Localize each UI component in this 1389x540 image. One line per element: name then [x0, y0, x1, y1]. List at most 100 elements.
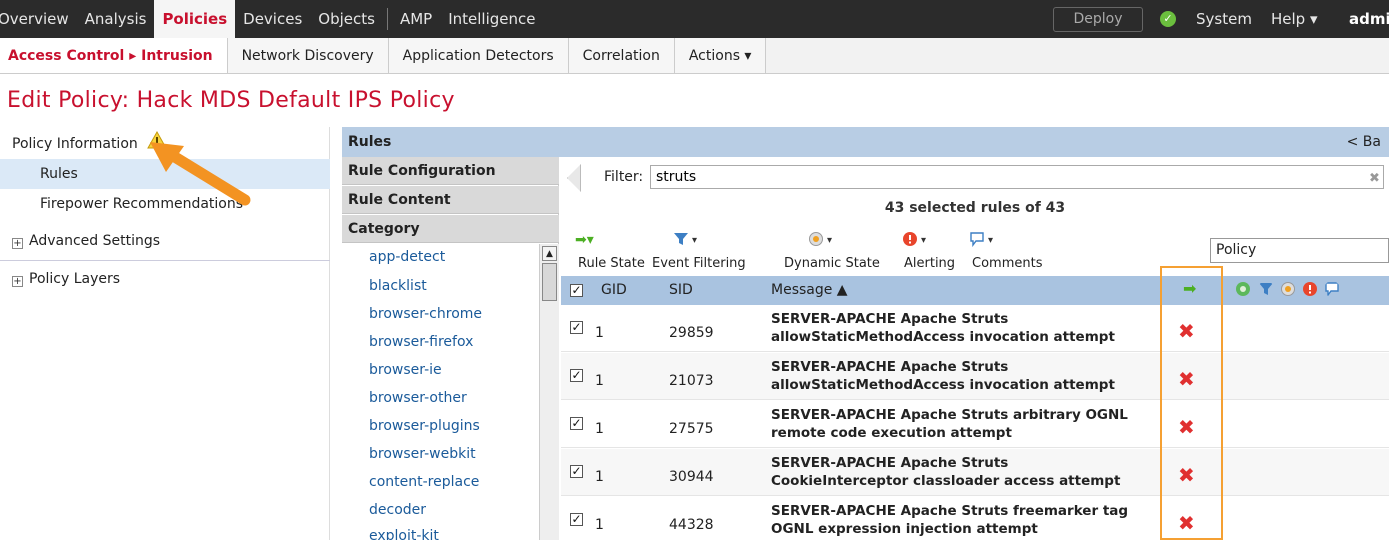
sidebar-item-label: Rules	[40, 166, 78, 182]
row-message-line: allowStaticMethodAccess invocation attem…	[771, 329, 1115, 345]
row-checkbox[interactable]: ✓	[570, 369, 583, 382]
column-comments-icon[interactable]	[1324, 281, 1340, 297]
row-checkbox[interactable]: ✓	[570, 465, 583, 478]
category-item-browser-firefox[interactable]: browser-firefox	[369, 334, 473, 350]
clear-filter-icon[interactable]: ✖	[1369, 171, 1380, 186]
subnav-actions[interactable]: Actions ▾	[674, 38, 767, 73]
row-sid: 27575	[669, 421, 714, 437]
table-row[interactable]: ✓ 1 30944 SERVER-APACHE Apache Struts Coo…	[561, 449, 1389, 496]
category-item-browser-ie[interactable]: browser-ie	[369, 362, 442, 378]
nav-policies[interactable]: Policies	[154, 0, 236, 38]
rule-configuration-header[interactable]: Rule Configuration	[342, 157, 559, 185]
column-recommendation-icon[interactable]	[1235, 281, 1251, 297]
nav-overview[interactable]: Overview	[0, 0, 77, 38]
expand-icon[interactable]: +	[12, 276, 23, 287]
sidebar-item-label: Policy Information	[12, 136, 138, 152]
svg-text:▾: ▾	[988, 235, 993, 246]
column-sid[interactable]: SID	[669, 282, 693, 298]
row-message: SERVER-APACHE Apache Struts allowStaticMe…	[771, 310, 1161, 346]
status-ok-icon[interactable]: ✓	[1160, 11, 1176, 27]
annotation-arrow-icon	[150, 142, 251, 206]
sidebar-item-label: Policy Layers	[29, 271, 121, 287]
system-menu[interactable]: System	[1196, 0, 1252, 38]
expand-icon[interactable]: +	[12, 238, 23, 249]
sidebar-item-advanced-settings[interactable]: + Advanced Settings	[0, 226, 330, 256]
collapse-panel-icon[interactable]	[567, 164, 581, 192]
rules-table-header: ✓ GID SID Message ▲ ➡	[561, 276, 1389, 305]
column-event-filter-icon[interactable]	[1258, 281, 1274, 297]
nav-amp[interactable]: AMP	[392, 0, 440, 38]
deploy-button[interactable]: Deploy	[1053, 7, 1143, 32]
subnav-network-discovery[interactable]: Network Discovery	[227, 38, 389, 73]
alerting-menu[interactable]: Alerting	[904, 256, 955, 271]
nav-intelligence[interactable]: Intelligence	[440, 0, 543, 38]
category-item-exploit-kit[interactable]: exploit-kit	[369, 528, 439, 540]
row-gid: 1	[595, 421, 604, 437]
table-row[interactable]: ✓ 1 27575 SERVER-APACHE Apache Struts ar…	[561, 401, 1389, 448]
dynamic-state-menu[interactable]: Dynamic State	[784, 256, 880, 271]
subnav-application-detectors[interactable]: Application Detectors	[388, 38, 569, 73]
comments-icon[interactable]: ▾	[969, 231, 999, 247]
category-item-browser-chrome[interactable]: browser-chrome	[369, 306, 482, 322]
table-row[interactable]: ✓ 1 29859 SERVER-APACHE Apache Struts all…	[561, 305, 1389, 352]
alerting-icon[interactable]: ▾	[902, 231, 932, 247]
column-dynamic-state-icon[interactable]	[1280, 281, 1296, 297]
nav-analysis[interactable]: Analysis	[77, 0, 155, 38]
scroll-up-icon[interactable]: ▲	[542, 246, 557, 261]
policy-select[interactable]: Policy	[1210, 238, 1389, 263]
table-row[interactable]: ✓ 1 44328 SERVER-APACHE Apache Struts fr…	[561, 497, 1389, 540]
row-checkbox[interactable]: ✓	[570, 513, 583, 526]
row-message-line: SERVER-APACHE Apache Struts	[771, 311, 1009, 327]
row-gid: 1	[595, 325, 604, 341]
svg-text:▾: ▾	[921, 235, 926, 246]
filter-row: Filter: ✖	[561, 157, 1389, 197]
row-gid: 1	[595, 373, 604, 389]
help-menu[interactable]: Help ▾	[1271, 0, 1318, 38]
category-item-blacklist[interactable]: blacklist	[369, 278, 427, 294]
row-checkbox[interactable]: ✓	[570, 417, 583, 430]
back-link[interactable]: < Ba	[1347, 127, 1381, 157]
subnav-access-control-intrusion[interactable]: Access Control ▸ Intrusion	[0, 38, 228, 73]
nav-objects[interactable]: Objects	[310, 0, 383, 38]
svg-text:▾: ▾	[827, 235, 832, 246]
table-row[interactable]: ✓ 1 21073 SERVER-APACHE Apache Struts all…	[561, 353, 1389, 400]
category-item-app-detect[interactable]: app-detect	[369, 249, 445, 265]
category-item-browser-other[interactable]: browser-other	[369, 390, 467, 406]
event-filter-icon[interactable]: ▾	[673, 231, 703, 247]
column-gid[interactable]: GID	[601, 282, 627, 298]
row-message-line: SERVER-APACHE Apache Struts	[771, 359, 1009, 375]
column-message[interactable]: Message ▲	[771, 282, 848, 298]
scroll-thumb[interactable]	[542, 263, 557, 301]
sidebar-divider	[0, 260, 330, 261]
category-panel: Rule Configuration Rule Content Category…	[342, 157, 559, 540]
comments-menu[interactable]: Comments	[972, 256, 1042, 271]
row-gid: 1	[595, 517, 604, 533]
rule-state-icon[interactable]: ➡▾	[575, 232, 594, 248]
sub-nav: Access Control ▸ Intrusion Network Disco…	[0, 38, 1389, 74]
subnav-correlation[interactable]: Correlation	[568, 38, 675, 73]
row-checkbox[interactable]: ✓	[570, 321, 583, 334]
dynamic-state-icon[interactable]: ▾	[808, 231, 838, 247]
rule-content-header[interactable]: Rule Content	[342, 186, 559, 214]
category-item-decoder[interactable]: decoder	[369, 502, 426, 518]
select-all-checkbox[interactable]: ✓	[570, 284, 583, 297]
row-sid: 44328	[669, 517, 714, 533]
category-item-browser-webkit[interactable]: browser-webkit	[369, 446, 476, 462]
row-sid: 21073	[669, 373, 714, 389]
user-menu[interactable]: admi	[1349, 0, 1389, 38]
category-item-content-replace[interactable]: content-replace	[369, 474, 479, 490]
row-sid: 30944	[669, 469, 714, 485]
sidebar-item-policy-layers[interactable]: + Policy Layers	[0, 264, 330, 294]
annotation-highlight-box	[1160, 266, 1223, 540]
rule-state-menu[interactable]: Rule State	[578, 256, 645, 271]
row-message: SERVER-APACHE Apache Struts allowStaticMe…	[771, 358, 1161, 394]
column-alerting-icon[interactable]	[1302, 281, 1318, 297]
event-filtering-menu[interactable]: Event Filtering	[652, 256, 746, 271]
rules-toolbar: ➡▾ Rule State ▾ Event Filtering ▾ Dynami…	[561, 228, 1389, 276]
category-header[interactable]: Category	[342, 215, 559, 243]
filter-input[interactable]	[650, 165, 1384, 189]
category-scrollbar[interactable]: ▲	[539, 244, 559, 540]
nav-devices[interactable]: Devices	[235, 0, 310, 38]
rules-title: Rules	[348, 134, 392, 150]
category-item-browser-plugins[interactable]: browser-plugins	[369, 418, 480, 434]
